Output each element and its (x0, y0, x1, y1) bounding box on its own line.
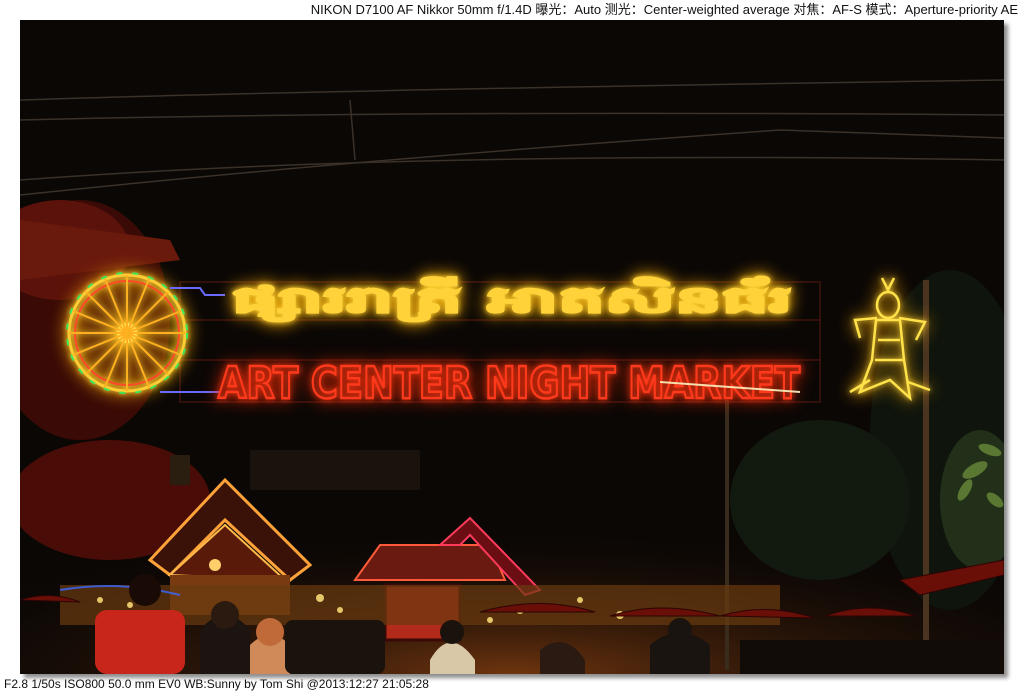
exif-info-top: NIKON D7100 AF Nikkor 50mm f/1.4D 曝光：Aut… (310, 2, 1018, 17)
ferris-wheel-neon (66, 272, 188, 394)
pole-right (923, 280, 929, 670)
exif-info-bottom: F2.8 1/50s ISO800 50.0 mm EV0 WB:Sunny b… (4, 677, 429, 691)
photo: ផ្សាររាត្រី អាតសិនធ័រ ART CENTER NIGHT M… (20, 20, 1004, 674)
night-market-scene: ផ្សាររាត្រី អាតសិនធ័រ ART CENTER NIGHT M… (20, 20, 1004, 674)
sign-english-text: ART CENTER NIGHT MARKET (218, 358, 800, 409)
sign-khmer-text: ផ្សាររាត្រី អាតសិនធ័រ (232, 276, 792, 322)
pole-middle (725, 400, 729, 670)
